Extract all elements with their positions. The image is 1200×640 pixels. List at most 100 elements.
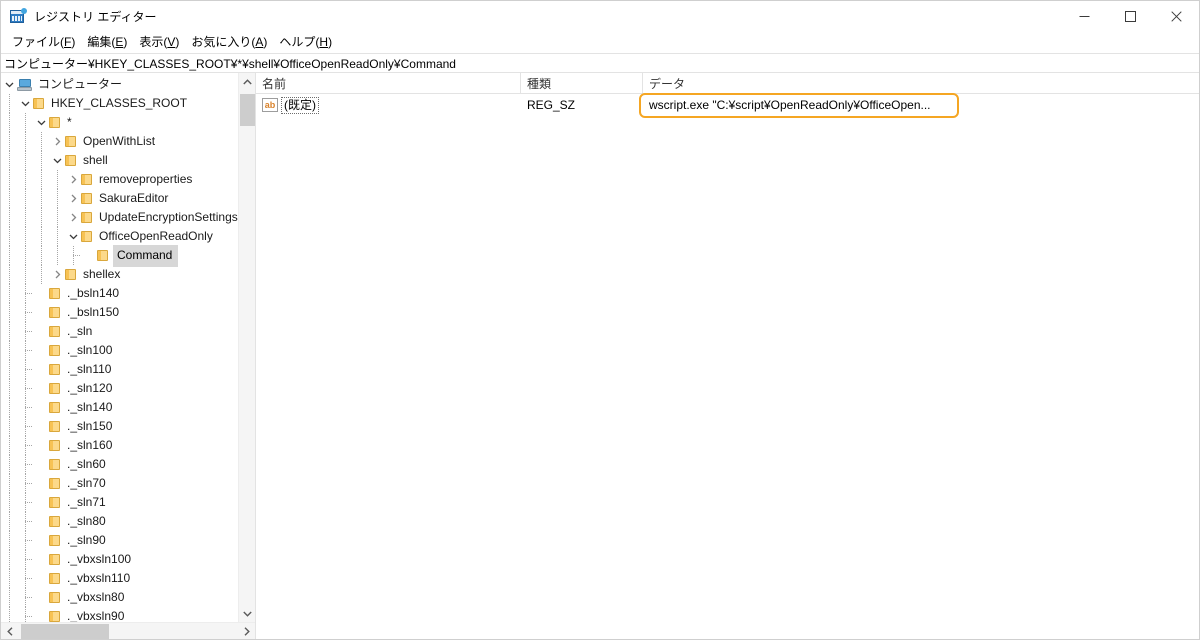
tree-hscroll-track[interactable] (18, 623, 238, 640)
tree-item-label: ._sln140 (67, 400, 113, 414)
value-row[interactable]: ab (既定) REG_SZ wscript.exe "C:¥script¥OpenR… (256, 94, 1199, 116)
tree-twisty-expanded[interactable] (17, 94, 33, 113)
menu-file[interactable]: ファイル(F) (6, 33, 81, 52)
menu-edit[interactable]: 編集(E) (81, 33, 133, 52)
tree-twisty-leaf (33, 398, 49, 417)
tree-item-_sln80[interactable]: ._sln80 (1, 512, 238, 531)
tree-twisty-expanded[interactable] (33, 113, 49, 132)
tree-item-_bsln150[interactable]: ._bsln150 (1, 303, 238, 322)
tree-item-_sln160[interactable]: ._sln160 (1, 436, 238, 455)
tree-scroll-track[interactable] (239, 90, 256, 622)
tree-item-label: ._vbxsln100 (67, 552, 132, 566)
value-list-body[interactable]: ab (既定) REG_SZ wscript.exe "C:¥script¥OpenR… (256, 94, 1199, 639)
tree-item-hkey_classes_root[interactable]: HKEY_CLASSES_ROOT (1, 94, 238, 113)
tree-twisty-collapsed[interactable] (65, 208, 81, 227)
folder-icon (49, 306, 62, 319)
scroll-down-button[interactable] (239, 605, 256, 622)
tree-item-removeproperties[interactable]: removeproperties (1, 170, 238, 189)
folder-icon (33, 97, 46, 110)
tree-indent-guide (17, 360, 33, 379)
column-header-data[interactable]: データ (643, 73, 1199, 94)
menu-help[interactable]: ヘルプ(H) (273, 33, 338, 52)
folder-icon (65, 154, 78, 167)
tree-item-label: OpenWithList (83, 134, 156, 148)
tree-item-_vbxsln110[interactable]: ._vbxsln110 (1, 569, 238, 588)
tree-twisty-expanded[interactable] (1, 75, 17, 94)
scroll-left-button[interactable] (1, 623, 18, 640)
tree-indent-guide (1, 170, 17, 189)
tree-twisty-expanded[interactable] (65, 227, 81, 246)
tree-item-sakuraeditor[interactable]: SakuraEditor (1, 189, 238, 208)
address-bar[interactable]: コンピューター¥HKEY_CLASSES_ROOT¥*¥shell¥Office… (1, 53, 1199, 73)
tree-item-_vbxsln100[interactable]: ._vbxsln100 (1, 550, 238, 569)
tree-item-_sln120[interactable]: ._sln120 (1, 379, 238, 398)
folder-icon (81, 211, 94, 224)
tree-indent-guide (17, 246, 33, 265)
tree-item-_sln150[interactable]: ._sln150 (1, 417, 238, 436)
tree-twisty-expanded[interactable] (49, 151, 65, 170)
registry-tree[interactable]: コンピューター HKEY_CLASSES_ROOT * OpenWithList she… (1, 73, 238, 622)
tree-hscroll-thumb[interactable] (21, 623, 109, 639)
tree-twisty-collapsed[interactable] (49, 265, 65, 284)
scroll-right-button[interactable] (238, 623, 255, 640)
tree-item-label: ._bsln140 (67, 286, 120, 300)
tree-item-label: ._bsln150 (67, 305, 120, 319)
tree-item-_sln60[interactable]: ._sln60 (1, 455, 238, 474)
folder-icon (49, 477, 62, 490)
tree-item-_sln71[interactable]: ._sln71 (1, 493, 238, 512)
tree-indent-guide (1, 151, 17, 170)
tree-indent-guide (1, 436, 17, 455)
tree-item-label: shellex (83, 267, 121, 281)
tree-item-command[interactable]: Command (1, 244, 238, 267)
tree-item-_sln140[interactable]: ._sln140 (1, 398, 238, 417)
tree-item-updateencryptionsettings[interactable]: UpdateEncryptionSettings (1, 208, 238, 227)
tree-item-_vbxsln90[interactable]: ._vbxsln90 (1, 607, 238, 622)
tree-item-label: OfficeOpenReadOnly (99, 229, 213, 243)
value-name-label: (既定) (281, 96, 319, 114)
tree-item-_sln90[interactable]: ._sln90 (1, 531, 238, 550)
tree-horizontal-scrollbar[interactable] (1, 622, 255, 639)
menu-favorites[interactable]: お気に入り(A) (185, 33, 273, 52)
tree-twisty-leaf (33, 322, 49, 341)
column-header-type[interactable]: 種類 (521, 73, 643, 94)
tree-twisty-collapsed[interactable] (65, 170, 81, 189)
folder-icon (49, 325, 62, 338)
tree-item-_sln110[interactable]: ._sln110 (1, 360, 238, 379)
tree-item-[interactable]: コンピューター (1, 75, 238, 94)
tree-item-label: コンピューター (38, 77, 123, 91)
tree-scroll-thumb[interactable] (239, 94, 255, 126)
tree-twisty-collapsed[interactable] (49, 132, 65, 151)
tree-item-[interactable]: * (1, 113, 238, 132)
tree-indent-guide (17, 132, 33, 151)
scroll-up-button[interactable] (239, 73, 256, 90)
tree-twisty-leaf (33, 379, 49, 398)
tree-item-_bsln140[interactable]: ._bsln140 (1, 284, 238, 303)
tree-item-_vbxsln80[interactable]: ._vbxsln80 (1, 588, 238, 607)
tree-vertical-scrollbar[interactable] (238, 73, 255, 622)
tree-item-_sln70[interactable]: ._sln70 (1, 474, 238, 493)
column-header-name[interactable]: 名前 (256, 73, 521, 94)
tree-indent-guide (1, 379, 17, 398)
close-button[interactable] (1153, 1, 1199, 32)
minimize-button[interactable] (1061, 1, 1107, 32)
tree-indent-guide (17, 455, 33, 474)
tree-item-label: UpdateEncryptionSettings (99, 210, 238, 224)
tree-item-_sln[interactable]: ._sln (1, 322, 238, 341)
tree-item-shell[interactable]: shell (1, 151, 238, 170)
maximize-button[interactable] (1107, 1, 1153, 32)
tree-indent-guide (17, 417, 33, 436)
tree-item-label: Command (113, 244, 179, 267)
maximize-icon (1124, 11, 1136, 22)
computer-icon (17, 78, 33, 92)
tree-item-officeopenreadonly[interactable]: OfficeOpenReadOnly (1, 227, 238, 246)
tree-item-openwithlist[interactable]: OpenWithList (1, 132, 238, 151)
tree-indent-guide (1, 265, 17, 284)
value-name-cell[interactable]: ab (既定) (256, 94, 521, 116)
tree-item-_sln100[interactable]: ._sln100 (1, 341, 238, 360)
tree-item-shellex[interactable]: shellex (1, 265, 238, 284)
tree-indent-guide (17, 284, 33, 303)
tree-twisty-collapsed[interactable] (65, 189, 81, 208)
tree-indent-guide (1, 531, 17, 550)
menu-view[interactable]: 表示(V) (133, 33, 185, 52)
folder-icon (49, 458, 62, 471)
